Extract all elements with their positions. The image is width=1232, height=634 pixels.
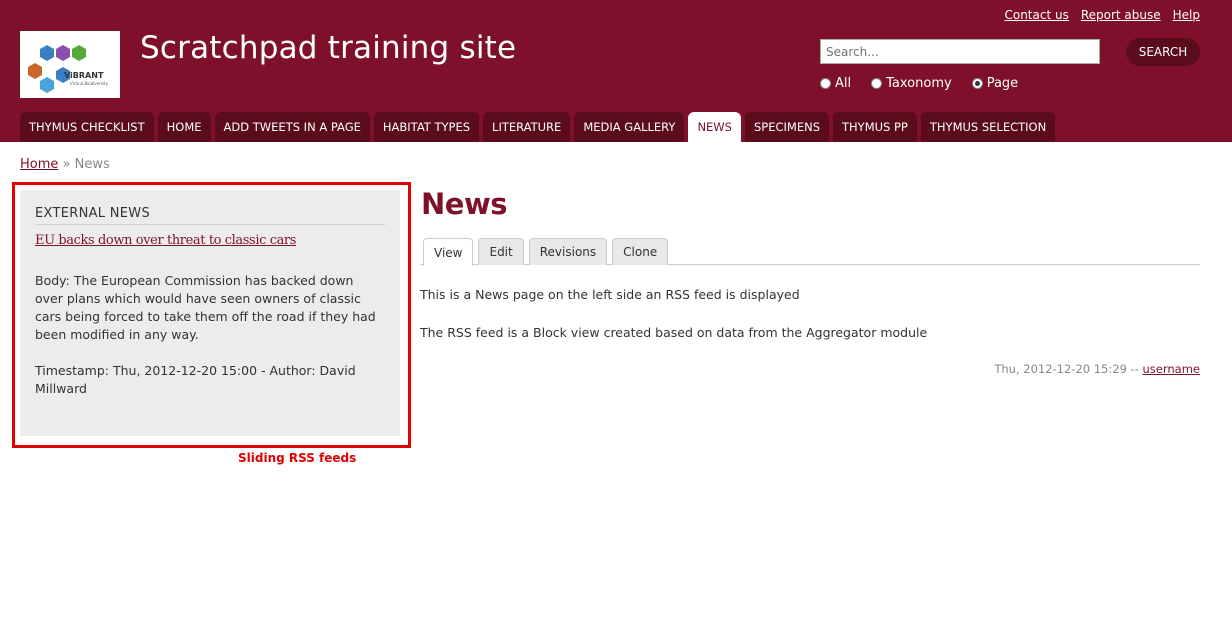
- radio-taxonomy[interactable]: Taxonomy: [871, 76, 952, 91]
- nav-tab-home[interactable]: HOME: [157, 112, 211, 142]
- search-button[interactable]: SEARCH: [1126, 38, 1200, 66]
- tab-clone[interactable]: Clone: [612, 238, 669, 265]
- content-paragraph: This is a News page on the left side an …: [420, 287, 800, 302]
- breadcrumb-separator: »: [62, 157, 71, 172]
- site-header: Contact us Report abuse Help ViBRANT Vir…: [0, 0, 1232, 142]
- nav-tab-thymus-selection[interactable]: THYMUS SELECTION: [920, 112, 1056, 142]
- radio-all-label: All: [835, 76, 852, 91]
- contact-us-link[interactable]: Contact us: [1004, 8, 1068, 22]
- site-title[interactable]: Scratchpad training site: [140, 30, 516, 66]
- nav-tab-add-tweets[interactable]: ADD TWEETS IN A PAGE: [214, 112, 370, 142]
- radio-page-indicator[interactable]: [971, 78, 983, 89]
- nav-tab-thymus-checklist[interactable]: THYMUS CHECKLIST: [20, 112, 154, 142]
- report-abuse-link[interactable]: Report abuse: [1081, 8, 1161, 22]
- vibrant-logo-icon: ViBRANT Virtual Biodiversity: [28, 45, 109, 93]
- content-tabs: View Edit Revisions Clone: [420, 238, 1200, 266]
- news-item-body: Body: The European Commission has backed…: [35, 273, 376, 342]
- tab-revisions[interactable]: Revisions: [528, 238, 608, 265]
- search-scope-options: All Taxonomy Page: [820, 76, 1018, 91]
- content-paragraph: The RSS feed is a Block view created bas…: [420, 325, 928, 340]
- radio-all[interactable]: All: [820, 76, 851, 91]
- block-title: EXTERNAL NEWS: [35, 206, 385, 225]
- nav-tab-media-gallery[interactable]: MEDIA GALLERY: [574, 112, 685, 142]
- site-logo[interactable]: ViBRANT Virtual Biodiversity: [20, 31, 120, 98]
- news-item-timestamp: Timestamp: Thu, 2012-12-20 15:00 - Autho…: [35, 363, 356, 396]
- page-title: News: [421, 187, 508, 221]
- radio-all-indicator[interactable]: [820, 78, 831, 89]
- tab-edit[interactable]: Edit: [478, 238, 524, 265]
- annotation-label: Sliding RSS feeds: [238, 451, 357, 465]
- radio-taxonomy-label: Taxonomy: [886, 76, 952, 91]
- breadcrumb: Home » News: [20, 157, 110, 172]
- nav-tab-news[interactable]: NEWS: [688, 112, 741, 142]
- top-links: Contact us Report abuse Help: [1004, 8, 1200, 22]
- radio-page[interactable]: Page: [971, 76, 1019, 91]
- svg-text:ViBRANT: ViBRANT: [64, 71, 104, 80]
- breadcrumb-current: News: [74, 157, 110, 172]
- tab-view[interactable]: View: [423, 238, 474, 266]
- submitted-info: Thu, 2012-12-20 15:29 -- username: [994, 362, 1200, 376]
- news-item-link[interactable]: EU backs down over threat to classic car…: [35, 233, 385, 248]
- main-nav: THYMUS CHECKLIST HOME ADD TWEETS IN A PA…: [20, 112, 1056, 142]
- radio-taxonomy-indicator[interactable]: [871, 78, 883, 89]
- nav-tab-specimens[interactable]: SPECIMENS: [744, 112, 829, 142]
- nav-tab-habitat-types[interactable]: HABITAT TYPES: [373, 112, 480, 142]
- submitted-date: Thu, 2012-12-20 15:29 --: [994, 362, 1139, 376]
- search-input[interactable]: [820, 39, 1100, 64]
- breadcrumb-home-link[interactable]: Home: [20, 157, 58, 172]
- external-news-block: EXTERNAL NEWS EU backs down over threat …: [20, 190, 400, 436]
- author-link[interactable]: username: [1143, 362, 1201, 376]
- radio-page-label: Page: [986, 76, 1019, 91]
- nav-tab-thymus-pp[interactable]: THYMUS PP: [833, 112, 917, 142]
- nav-tab-literature[interactable]: LITERATURE: [483, 112, 571, 142]
- help-link[interactable]: Help: [1173, 8, 1200, 22]
- svg-text:Virtual Biodiversity: Virtual Biodiversity: [70, 81, 109, 86]
